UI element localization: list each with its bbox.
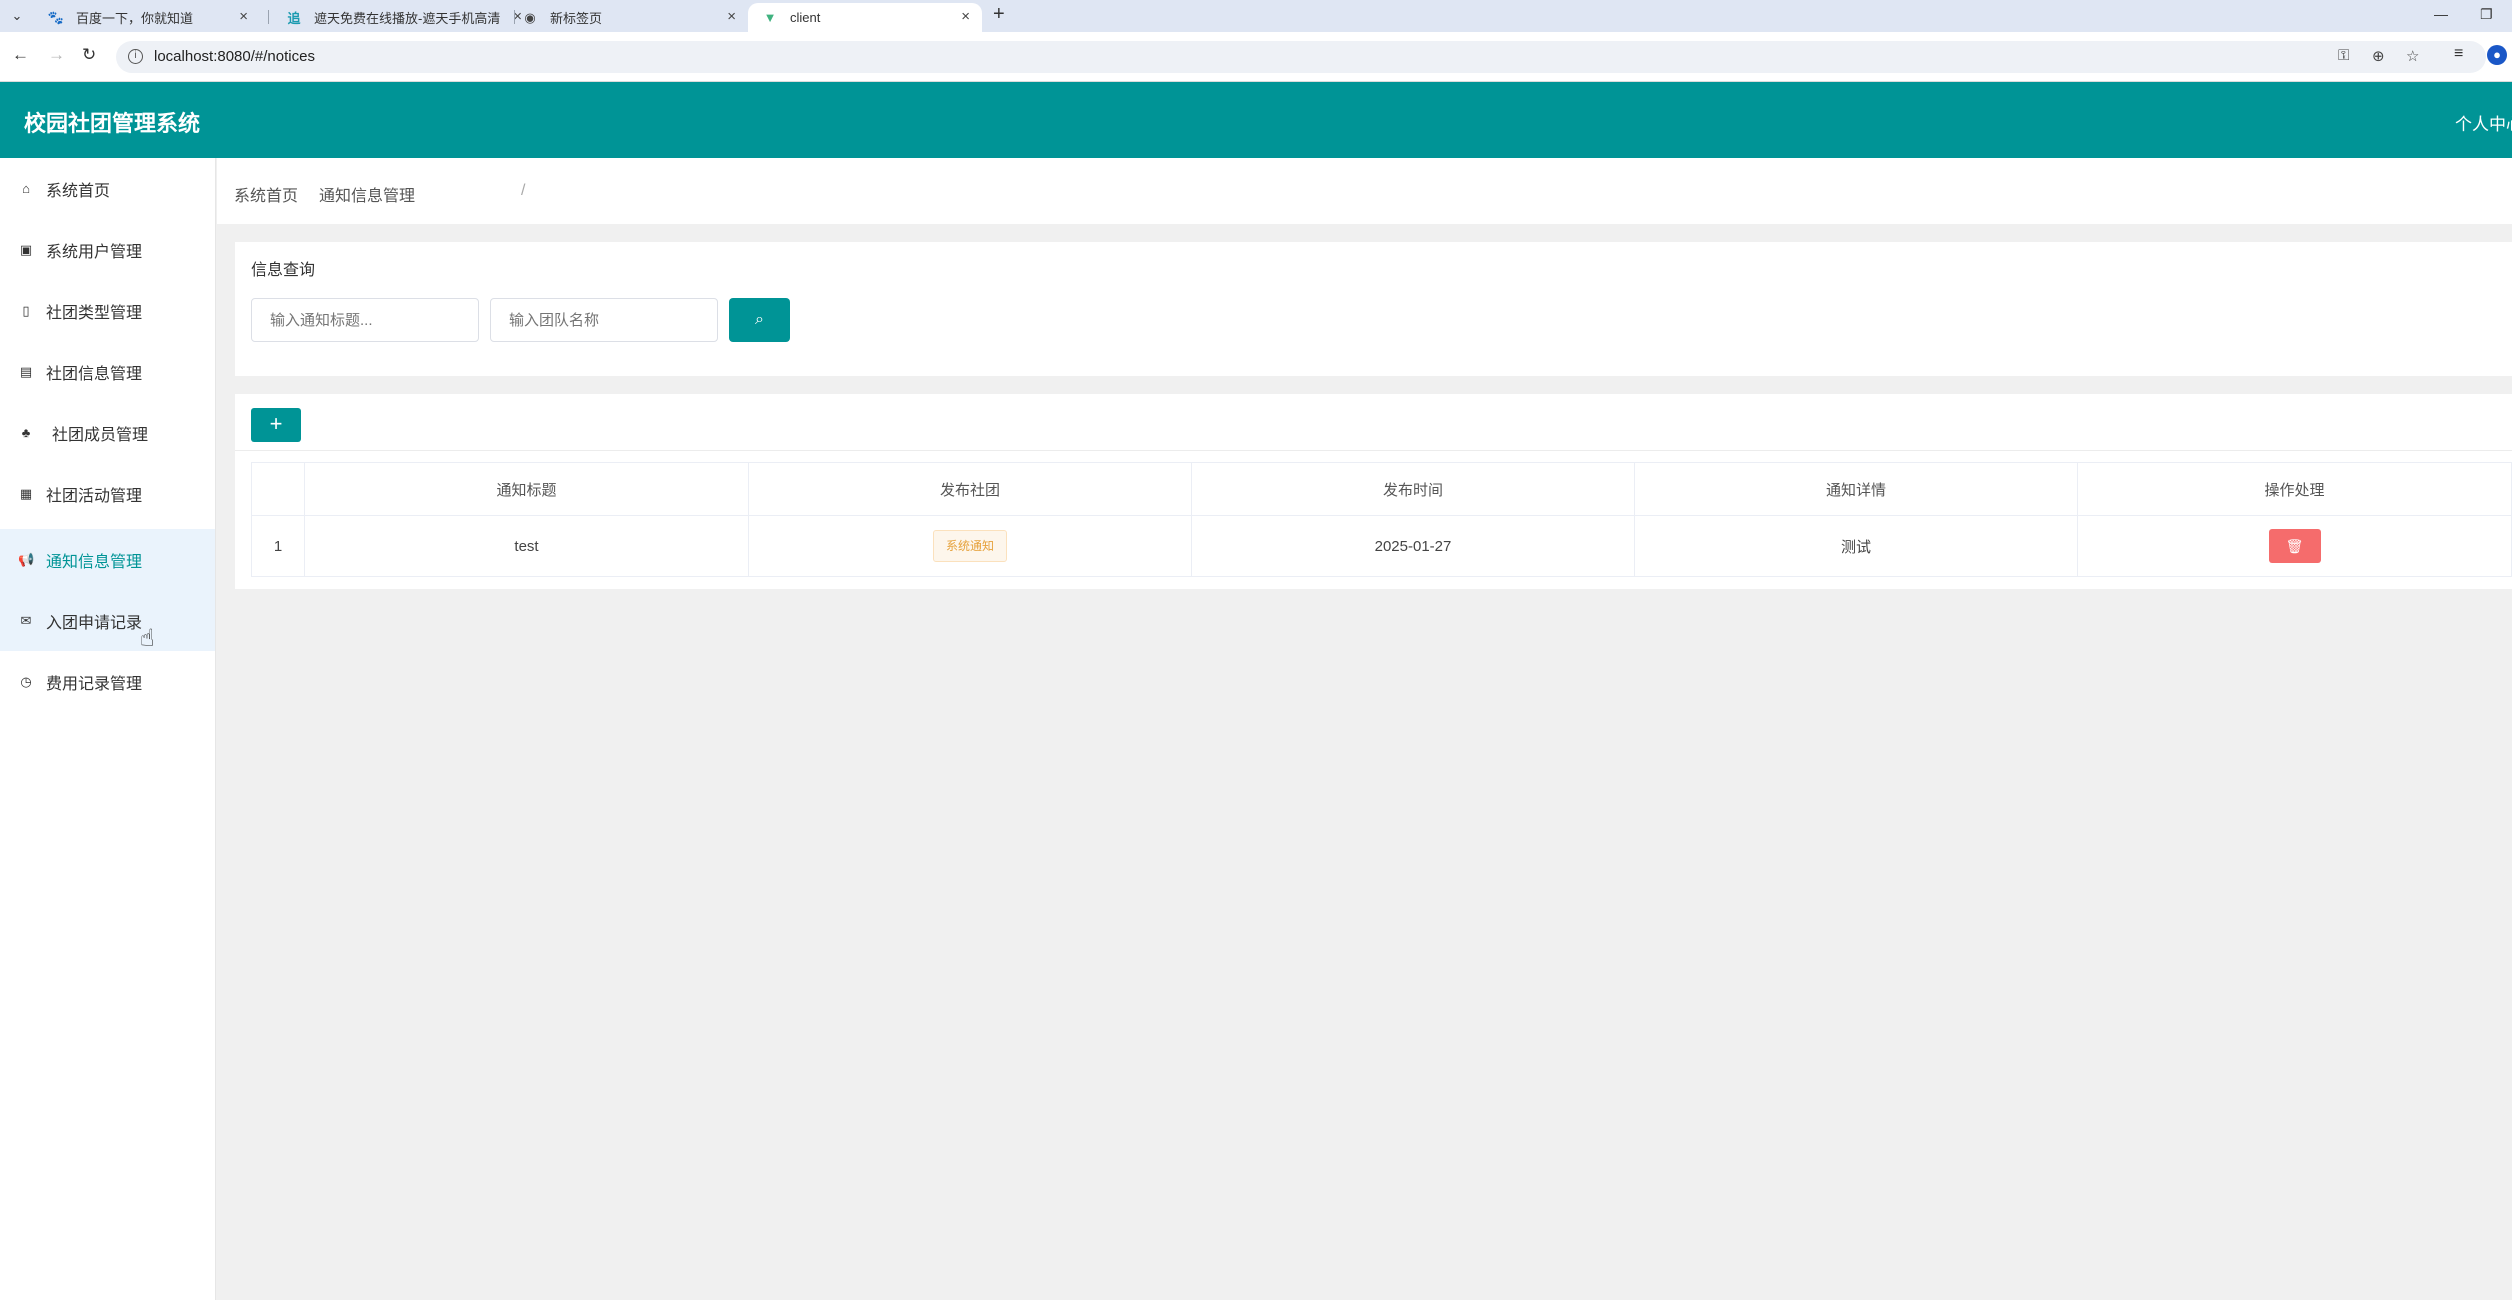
building-icon: ▯ [22, 302, 30, 318]
video-site-icon: 追 [287, 11, 301, 26]
breadcrumb-separator: / [521, 182, 526, 199]
notice-table: 通知标题 发布社团 发布时间 通知详情 操作处理 1 test 系统通知 202… [251, 462, 2512, 577]
detail-cell: 测试 [1635, 516, 2078, 577]
tab-title: client [790, 10, 821, 25]
sidebar-item-club-info[interactable]: ▤ 社团信息管理 [0, 341, 215, 402]
browser-tab-client[interactable]: ▼ client × [748, 3, 982, 32]
delete-button[interactable]: 🗑 [2268, 529, 2321, 563]
time-cell: 2025-01-27 [1192, 516, 1635, 577]
sidebar-item-join-requests[interactable]: ✉ 入团申请记录 [0, 590, 215, 651]
user-card-icon: ▣ [19, 241, 33, 257]
row-index: 1 [252, 516, 305, 577]
sidebar-item-label: 通知信息管理 [46, 553, 143, 571]
minimize-icon[interactable]: — [2434, 6, 2448, 22]
sidebar-item-label: 社团成员管理 [52, 426, 149, 444]
sidebar-item-club-members[interactable]: ♣ 社团成员管理 [0, 402, 215, 463]
table-header-row: 通知标题 发布社团 发布时间 通知详情 操作处理 [252, 463, 2512, 516]
sidebar-item-club-activities[interactable]: ▦ 社团活动管理 [0, 463, 215, 524]
close-icon[interactable]: × [239, 8, 248, 25]
query-panel: 信息查询 ⌕ [235, 242, 2512, 376]
actions-cell: 🗑 [2078, 516, 2512, 577]
browser-tab-bar: ⌄ 🐾 百度一下，你就知道 × 追 遮天免费在线播放-遮天手机高清 × ◉ 新标… [0, 0, 2512, 32]
hand-cursor-icon: ☝ [140, 625, 155, 652]
browser-toolbar: ← → ↻ i localhost:8080/#/notices ⚿ ⊕ ☆ ≡… [0, 32, 2512, 82]
tab-separator [268, 10, 269, 24]
password-key-icon[interactable]: ⚿ [2338, 47, 2349, 64]
user-center-link[interactable]: 个人中心 [2455, 110, 2512, 135]
home-icon: ⌂ [22, 181, 30, 196]
browser-tab-video[interactable]: 追 遮天免费在线播放-遮天手机高清 × [272, 3, 534, 32]
users-icon: ♣ [21, 425, 31, 440]
column-header-title: 通知标题 [305, 463, 749, 516]
trash-icon: 🗑 [2285, 538, 2304, 554]
notice-title-input[interactable] [251, 298, 479, 342]
team-name-input[interactable] [490, 298, 718, 342]
breadcrumb-home[interactable]: 系统首页 [234, 182, 298, 206]
club-tag: 系统通知 [932, 530, 1007, 562]
divider [235, 450, 2512, 451]
forward-icon[interactable]: → [48, 45, 65, 65]
sidebar-item-home[interactable]: ⌂ 系统首页 [0, 158, 215, 219]
bookmark-star-icon[interactable]: ☆ [2406, 47, 2419, 65]
browser-tab-newtab[interactable]: ◉ 新标签页 × [508, 3, 748, 32]
address-bar[interactable]: i localhost:8080/#/notices ⚿ ⊕ ☆ [116, 41, 2486, 73]
vue-icon: ▼ [763, 10, 777, 25]
sidebar-item-label: 系统首页 [46, 182, 111, 200]
bullhorn-icon: 📢 [18, 551, 35, 567]
site-info-icon[interactable]: i [128, 49, 143, 64]
notice-table-panel: + 通知标题 发布社团 发布时间 通知详情 操作处理 1 test 系统通知 2… [235, 394, 2512, 589]
column-header-time: 发布时间 [1192, 463, 1635, 516]
sidebar: ⌂ 系统首页 ▣ 系统用户管理 ▯ 社团类型管理 ▤ 社团信息管理 ♣ 社团成员… [0, 158, 216, 1300]
app-title: 校园社团管理系统 [24, 111, 201, 136]
club-cell: 系统通知 [749, 516, 1192, 577]
new-tab-icon[interactable]: + [993, 3, 1005, 26]
close-icon[interactable]: × [961, 8, 970, 25]
sidebar-item-users[interactable]: ▣ 系统用户管理 [0, 219, 215, 280]
envelope-open-icon: ✉ [20, 612, 32, 628]
browser-tab-baidu[interactable]: 🐾 百度一下，你就知道 × [34, 3, 260, 32]
sidebar-item-label: 社团信息管理 [46, 365, 143, 383]
train-icon: ▤ [19, 363, 33, 379]
sidebar-item-notices[interactable]: 📢 通知信息管理 [0, 529, 215, 590]
breadcrumb: 系统首页 / 通知信息管理 [217, 158, 2512, 224]
tab-title: 新标签页 [550, 11, 603, 26]
column-header-index [252, 463, 305, 516]
sidebar-item-label: 社团活动管理 [46, 487, 143, 505]
clock-icon: ◷ [20, 673, 32, 689]
sidebar-item-club-types[interactable]: ▯ 社团类型管理 [0, 280, 215, 341]
tab-title: 百度一下，你就知道 [76, 11, 194, 26]
sidebar-item-fees[interactable]: ◷ 费用记录管理 [0, 651, 215, 712]
reading-list-icon[interactable]: ≡ [2454, 45, 2463, 63]
sidebar-item-label: 入团申请记录 [46, 614, 143, 632]
add-notice-button[interactable]: + [251, 408, 301, 442]
address-url[interactable]: localhost:8080/#/notices [154, 48, 315, 65]
search-button[interactable]: ⌕ [729, 298, 790, 342]
search-icon: ⌕ [755, 311, 764, 328]
breadcrumb-current: 通知信息管理 [319, 188, 416, 205]
column-header-detail: 通知详情 [1635, 463, 2078, 516]
sidebar-item-label: 费用记录管理 [46, 675, 143, 693]
sidebar-item-label: 系统用户管理 [46, 243, 143, 261]
app-header: 校园社团管理系统 个人中心 [0, 82, 2512, 158]
back-icon[interactable]: ← [12, 45, 29, 65]
tab-title: 遮天免费在线播放-遮天手机高清 [314, 11, 501, 26]
column-header-club: 发布社团 [749, 463, 1192, 516]
chrome-icon: ◉ [524, 9, 536, 25]
zoom-icon[interactable]: ⊕ [2372, 47, 2385, 65]
restore-icon[interactable]: ❐ [2480, 6, 2493, 23]
column-header-actions: 操作处理 [2078, 463, 2512, 516]
query-title: 信息查询 [251, 262, 316, 279]
notice-title-cell: test [305, 516, 749, 577]
sidebar-item-label: 社团类型管理 [46, 304, 143, 322]
tab-search-chevron-icon[interactable]: ⌄ [8, 7, 26, 25]
table-row: 1 test 系统通知 2025-01-27 测试 🗑 [252, 516, 2512, 577]
calculator-icon: ▦ [19, 485, 33, 501]
baidu-icon: 🐾 [47, 9, 65, 25]
profile-avatar-icon[interactable]: ● [2487, 45, 2507, 65]
close-icon[interactable]: × [727, 8, 736, 25]
reload-icon[interactable]: ↻ [82, 45, 96, 65]
